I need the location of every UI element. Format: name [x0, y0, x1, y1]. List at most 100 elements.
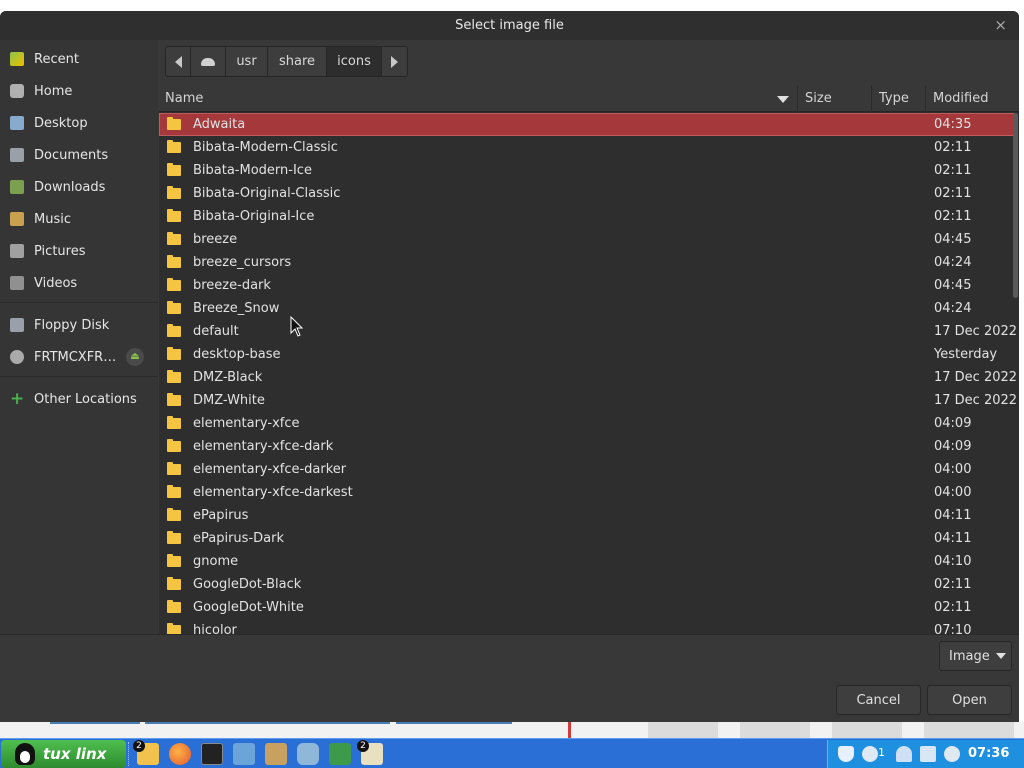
file-row[interactable]: elementary-xfce-darker 04:00	[159, 458, 1014, 481]
power-icon[interactable]	[944, 746, 960, 762]
file-row[interactable]: Adwaita 04:35	[159, 113, 1014, 136]
file-modified: 04:10	[934, 554, 972, 569]
sidebar-item-drive[interactable]: FRTMCXFR… ⏏	[0, 342, 158, 372]
file-row[interactable]: Breeze_Snow 04:24	[159, 297, 1014, 320]
sidebar-item-label: Recent	[34, 51, 79, 67]
folder-icon	[167, 186, 181, 199]
sidebar-item-floppy-disk[interactable]: Floppy Disk	[0, 310, 158, 340]
network-tool-icon[interactable]	[297, 743, 319, 765]
file-row[interactable]: breeze-dark 04:45	[159, 274, 1014, 297]
sidebar-item-documents[interactable]: Documents	[0, 140, 158, 170]
column-header-name[interactable]: Name	[159, 86, 796, 112]
network-manager-icon[interactable]	[896, 746, 912, 762]
sidebar-item-recent[interactable]: Recent	[0, 44, 158, 74]
documents-icon	[10, 148, 24, 162]
image-viewer-icon[interactable]	[233, 743, 255, 765]
sidebar-item-home[interactable]: Home	[0, 76, 158, 106]
file-type-filter-dropdown[interactable]: Image	[939, 641, 1012, 671]
file-row[interactable]: default 17 Dec 2022	[159, 320, 1017, 343]
column-header-size[interactable]: Size	[797, 86, 871, 112]
file-row[interactable]: ePapirus 04:11	[159, 504, 1014, 527]
file-modified: 04:09	[934, 416, 972, 431]
file-row[interactable]: ePapirus-Dark 04:11	[159, 527, 1014, 550]
path-segment-share[interactable]: share	[268, 47, 327, 76]
file-row[interactable]: gnome 04:10	[159, 550, 1014, 573]
terminal-icon[interactable]	[201, 743, 223, 765]
sidebar-item-other-locations[interactable]: + Other Locations	[0, 384, 158, 414]
path-forward-button[interactable]	[382, 47, 407, 76]
file-row[interactable]: elementary-xfce-dark 04:09	[159, 435, 1014, 458]
sidebar-item-label: Downloads	[34, 179, 106, 195]
file-name: breeze-dark	[193, 278, 271, 293]
file-row[interactable]: DMZ-White 17 Dec 2022	[159, 389, 1017, 412]
path-segment-usr[interactable]: usr	[226, 47, 268, 76]
file-row[interactable]: DMZ-Black 17 Dec 2022	[159, 366, 1017, 389]
file-row[interactable]: Bibata-Modern-Classic 02:11	[159, 136, 1014, 159]
folder-icon	[167, 209, 181, 222]
background-window-edge	[924, 722, 1014, 738]
chevron-left-icon	[174, 55, 182, 68]
dialog-titlebar[interactable]: Select image file ×	[0, 11, 1019, 40]
start-menu-button[interactable]: tux linx	[1, 740, 126, 768]
file-manager-icon[interactable]: 2	[133, 740, 159, 765]
cancel-button[interactable]: Cancel	[836, 685, 921, 715]
notification-icon[interactable]	[862, 746, 878, 762]
path-segment-icons[interactable]: icons	[327, 47, 382, 76]
close-icon[interactable]: ×	[994, 16, 1007, 34]
vertical-scrollbar[interactable]	[1013, 113, 1018, 298]
archive-manager-icon[interactable]	[265, 743, 287, 765]
folder-icon	[167, 462, 181, 475]
taskbar-separator	[128, 742, 130, 766]
column-header-modified[interactable]: Modified	[925, 86, 1019, 112]
file-row[interactable]: desktop-base Yesterday	[159, 343, 1014, 366]
network-connection-icon[interactable]	[920, 746, 936, 762]
folder-icon	[167, 554, 181, 567]
file-name: elementary-xfce-dark	[193, 439, 334, 454]
file-row[interactable]: GoogleDot-White 02:11	[159, 596, 1014, 619]
file-modified: 04:09	[934, 439, 972, 454]
sidebar-item-label: Desktop	[34, 115, 88, 131]
home-icon	[10, 84, 24, 98]
column-header-type[interactable]: Type	[871, 86, 925, 112]
file-row[interactable]: breeze_cursors 04:24	[159, 251, 1014, 274]
window-count-badge: 2	[357, 740, 369, 752]
shield-icon[interactable]	[838, 746, 854, 762]
file-row[interactable]: elementary-xfce 04:09	[159, 412, 1014, 435]
eject-icon[interactable]: ⏏	[126, 348, 144, 366]
sidebar-item-videos[interactable]: Videos	[0, 268, 158, 298]
path-root-button[interactable]	[191, 47, 226, 76]
sidebar-item-label: Music	[34, 211, 71, 227]
spreadsheet-icon[interactable]	[329, 743, 351, 765]
file-name: Bibata-Modern-Classic	[193, 140, 338, 155]
background-window-edge	[145, 722, 390, 724]
file-name: elementary-xfce-darker	[193, 462, 347, 477]
file-row[interactable]: Bibata-Original-Ice 02:11	[159, 205, 1014, 228]
file-row[interactable]: Bibata-Original-Classic 02:11	[159, 182, 1014, 205]
sidebar-item-desktop[interactable]: Desktop	[0, 108, 158, 138]
background-window-edge	[648, 722, 718, 738]
file-name: GoogleDot-White	[193, 600, 304, 615]
file-modified: 02:11	[934, 140, 972, 155]
file-row[interactable]: hicolor 07:10	[159, 619, 1014, 634]
floppy-icon	[10, 318, 24, 332]
sidebar-item-pictures[interactable]: Pictures	[0, 236, 158, 266]
file-modified: 04:45	[934, 278, 972, 293]
sidebar-item-label: Home	[34, 83, 73, 99]
clock[interactable]: 07:36	[968, 746, 1009, 761]
file-list: Name Size Type Modified Adwaita 04:35 Biba…	[159, 86, 1019, 634]
file-modified: Yesterday	[934, 347, 998, 362]
sidebar-item-music[interactable]: Music	[0, 204, 158, 234]
file-row[interactable]: elementary-xfce-darkest 04:00	[159, 481, 1014, 504]
background-window-edge	[832, 722, 902, 738]
path-back-button[interactable]	[166, 47, 191, 76]
open-button[interactable]: Open	[927, 685, 1012, 715]
file-row[interactable]: breeze 04:45	[159, 228, 1014, 251]
recent-icon	[10, 52, 24, 66]
firefox-icon[interactable]	[169, 743, 191, 765]
desktop-icon	[10, 116, 24, 130]
multi-window-icon[interactable]: 2	[357, 740, 383, 765]
file-row[interactable]: Bibata-Modern-Ice 02:11	[159, 159, 1014, 182]
file-row[interactable]: GoogleDot-Black 02:11	[159, 573, 1014, 596]
file-name: breeze	[193, 232, 238, 247]
sidebar-item-downloads[interactable]: Downloads	[0, 172, 158, 202]
